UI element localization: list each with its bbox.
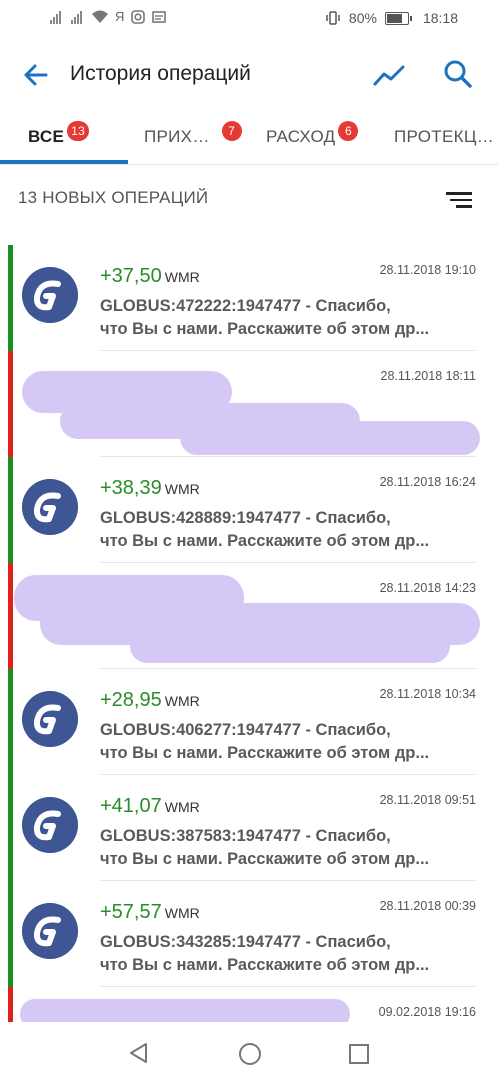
income-indicator: [8, 881, 13, 987]
transaction-date: 28.11.2018 00:39: [379, 899, 476, 913]
new-operations-count: 13 НОВЫХ ОПЕРАЦИЙ: [18, 188, 209, 207]
transaction-amount: +28,95 WMR: [100, 689, 200, 711]
tab-bar: ВСЕ 13 ПРИХ… 7 РАСХОД 6 ПРОТЕКЦ…: [0, 110, 498, 165]
transaction-description: GLOBUS:343285:1947477 - Спасибо, что Вы с…: [100, 933, 430, 974]
tab-badge: 6: [338, 121, 359, 141]
currency: WMR: [164, 481, 200, 497]
transaction-row[interactable]: 28.11.2018 18:11: [0, 351, 498, 457]
transaction-row[interactable]: +57,57 WMR 28.11.2018 00:39 GLOBUS:343285…: [0, 881, 498, 987]
tab-label: ПРИХ…: [144, 127, 210, 146]
transaction-date: 28.11.2018 14:23: [379, 581, 476, 595]
income-indicator: [8, 669, 13, 775]
tab-income[interactable]: ПРИХ… 7: [144, 110, 242, 164]
redacted-area: [20, 999, 350, 1022]
globus-logo-icon: [22, 797, 78, 853]
transaction-description: GLOBUS:472222:1947477 - Спасибо, что Вы с…: [100, 297, 430, 338]
transaction-row[interactable]: 28.11.2018 14:23: [0, 563, 498, 669]
expense-indicator: [8, 351, 13, 457]
signal-icon: [50, 10, 64, 24]
instagram-icon: [131, 10, 146, 24]
transaction-date: 09.02.2018 19:16: [378, 1005, 476, 1019]
status-bar: Я 80% 18:18: [0, 0, 498, 38]
transaction-amount: +41,07 WMR: [100, 795, 200, 817]
income-indicator: [8, 775, 13, 881]
yandex-icon: Я: [115, 9, 125, 24]
tab-label: ВСЕ: [28, 127, 65, 146]
globus-logo-icon: [22, 691, 78, 747]
sort-icon[interactable]: [446, 192, 472, 212]
transaction-row[interactable]: +41,07 WMR 28.11.2018 09:51 GLOBUS:387583…: [0, 775, 498, 881]
nav-home-icon[interactable]: [238, 1042, 262, 1066]
expense-indicator: [8, 563, 13, 669]
transaction-description: GLOBUS:428889:1947477 - Спасибо, что Вы с…: [100, 509, 430, 550]
status-right: 80% 18:18: [325, 10, 458, 26]
page-title: История операций: [70, 62, 251, 85]
chart-icon[interactable]: [372, 60, 406, 90]
transaction-row[interactable]: +37,50 WMR 28.11.2018 19:10 GLOBUS:472222…: [0, 245, 498, 351]
list-header: 13 НОВЫХ ОПЕРАЦИЙ: [0, 164, 498, 234]
tab-protection[interactable]: ПРОТЕКЦ…: [394, 110, 494, 164]
battery-icon: [384, 11, 412, 25]
battery-level: [386, 13, 402, 23]
globus-logo-icon: [22, 479, 78, 535]
tab-expense[interactable]: РАСХОД 6: [266, 110, 359, 164]
transaction-date: 28.11.2018 10:34: [379, 687, 476, 701]
back-arrow-icon[interactable]: [20, 60, 50, 90]
news-icon: [152, 11, 167, 23]
transaction-row[interactable]: 09.02.2018 19:16: [0, 987, 498, 1022]
system-nav-bar: [0, 1022, 498, 1080]
wifi-icon: [92, 10, 108, 23]
redacted-area: [130, 629, 450, 663]
income-indicator: [8, 457, 13, 563]
transaction-date: 28.11.2018 19:10: [379, 263, 476, 277]
currency: WMR: [164, 693, 200, 709]
transaction-description: GLOBUS:406277:1947477 - Спасибо, что Вы с…: [100, 721, 430, 762]
transaction-description: GLOBUS:387583:1947477 - Спасибо, что Вы с…: [100, 827, 430, 868]
tab-badge: 13: [67, 121, 90, 141]
tab-label: ПРОТЕКЦ…: [394, 127, 495, 146]
search-icon[interactable]: [442, 58, 474, 90]
signal-icon: [71, 10, 85, 24]
nav-back-icon[interactable]: [128, 1042, 150, 1064]
transaction-row[interactable]: +28,95 WMR 28.11.2018 10:34 GLOBUS:406277…: [0, 669, 498, 775]
transaction-date: 28.11.2018 16:24: [379, 475, 476, 489]
status-left-icons: Я: [50, 9, 167, 24]
tab-label: РАСХОД: [266, 127, 336, 146]
currency: WMR: [164, 905, 200, 921]
clock: 18:18: [422, 10, 458, 26]
transaction-amount: +37,50 WMR: [100, 265, 200, 287]
battery-percent: 80%: [348, 10, 377, 26]
expense-indicator: [8, 987, 13, 1022]
globus-logo-icon: [22, 267, 78, 323]
nav-recents-icon[interactable]: [348, 1043, 370, 1065]
tab-all[interactable]: ВСЕ 13: [28, 110, 90, 164]
transaction-date: 28.11.2018 09:51: [379, 793, 476, 807]
income-indicator: [8, 245, 13, 351]
tab-badge: 7: [221, 121, 242, 141]
transaction-row[interactable]: +38,39 WMR 28.11.2018 16:24 GLOBUS:428889…: [0, 457, 498, 563]
redacted-area: [180, 421, 480, 455]
app-bar: История операций: [0, 38, 498, 110]
vibrate-icon: [326, 11, 340, 25]
currency: WMR: [164, 799, 200, 815]
transaction-amount: +57,57 WMR: [100, 901, 200, 923]
transaction-date: 28.11.2018 18:11: [380, 369, 476, 383]
transaction-amount: +38,39 WMR: [100, 477, 200, 499]
currency: WMR: [164, 269, 200, 285]
globus-logo-icon: [22, 903, 78, 959]
